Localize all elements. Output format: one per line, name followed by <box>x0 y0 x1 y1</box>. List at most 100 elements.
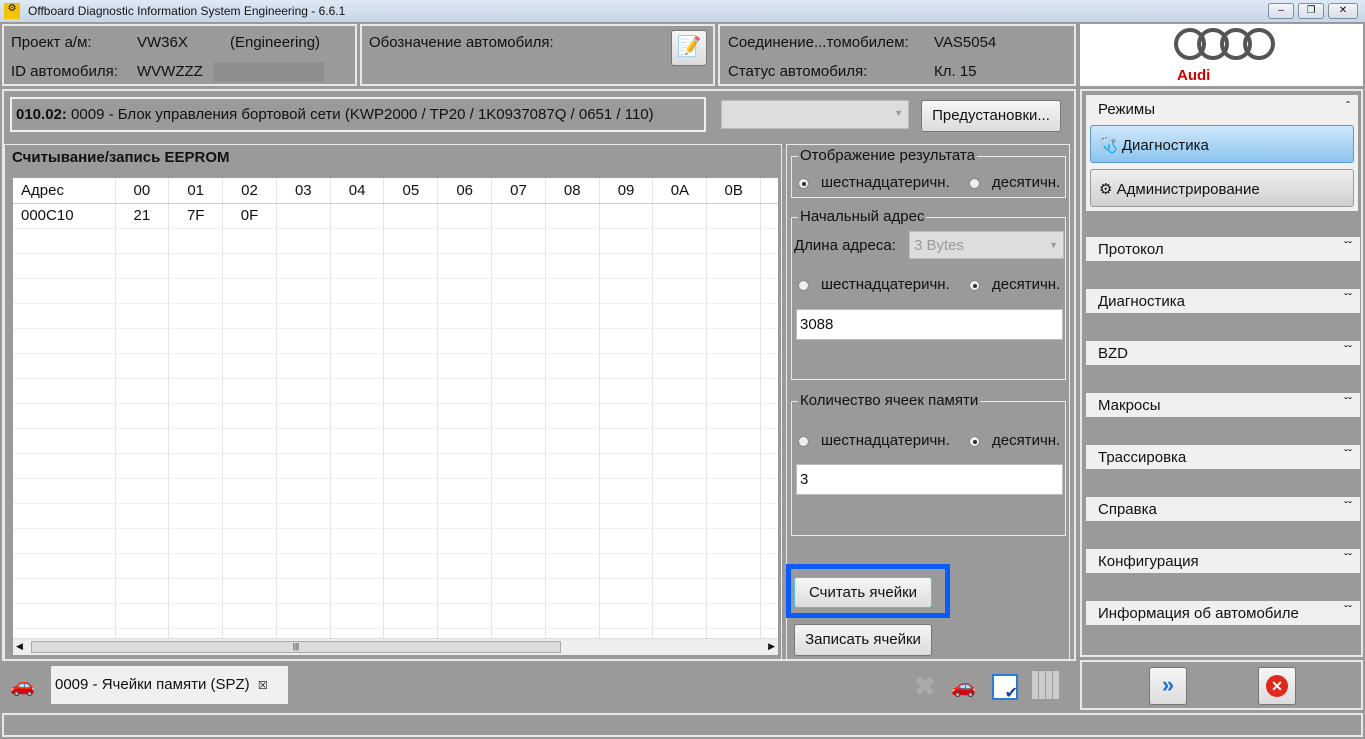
table-cell[interactable] <box>222 503 277 529</box>
table-cell[interactable] <box>115 603 170 629</box>
table-cell[interactable] <box>330 553 385 579</box>
table-cell[interactable] <box>13 603 116 629</box>
table-cell[interactable] <box>491 253 546 279</box>
table-cell[interactable] <box>599 403 654 429</box>
table-cell[interactable] <box>545 353 600 379</box>
table-cell[interactable] <box>276 503 331 529</box>
table-cell[interactable] <box>706 503 762 529</box>
table-cell[interactable] <box>652 353 708 379</box>
table-cell[interactable] <box>383 453 439 479</box>
table-cell[interactable] <box>491 328 546 354</box>
address-length-select[interactable]: 3 Bytes ▼ <box>909 231 1064 259</box>
table-cell[interactable]: 21 <box>115 203 170 229</box>
table-cell[interactable] <box>330 503 385 529</box>
table-cell[interactable] <box>545 278 600 304</box>
table-cell[interactable] <box>760 503 778 529</box>
table-cell[interactable] <box>545 328 600 354</box>
table-cell[interactable] <box>599 303 654 329</box>
cell-count-input[interactable]: 3 <box>796 464 1063 495</box>
table-cell[interactable] <box>330 253 385 279</box>
column-header[interactable]: 02 <box>222 178 277 204</box>
table-cell[interactable] <box>599 528 654 554</box>
table-cell[interactable] <box>13 553 116 579</box>
collapse-icon[interactable]: ˆ <box>1346 99 1350 113</box>
table-cell[interactable] <box>222 328 277 354</box>
table-cell[interactable] <box>383 378 439 404</box>
table-cell[interactable] <box>330 378 385 404</box>
table-cell[interactable] <box>706 253 762 279</box>
table-cell[interactable] <box>437 253 493 279</box>
table-cell[interactable] <box>13 478 116 504</box>
table-cell[interactable] <box>652 278 708 304</box>
table-row[interactable] <box>13 603 778 629</box>
table-cell[interactable] <box>652 428 708 454</box>
table-cell[interactable] <box>276 328 331 354</box>
table-cell[interactable] <box>115 428 170 454</box>
table-cell[interactable] <box>276 428 331 454</box>
table-cell[interactable] <box>491 403 546 429</box>
table-cell[interactable] <box>706 378 762 404</box>
column-header[interactable]: 08 <box>545 178 600 204</box>
column-header[interactable]: 01 <box>168 178 224 204</box>
table-cell[interactable] <box>706 478 762 504</box>
table-cell[interactable] <box>545 478 600 504</box>
table-cell[interactable] <box>13 428 116 454</box>
tab-memory-cells[interactable]: 0009 - Ячейки памяти (SPZ) ☒ <box>51 666 288 704</box>
table-cell[interactable] <box>706 453 762 479</box>
table-cell[interactable] <box>330 578 385 604</box>
column-header[interactable]: Адрес <box>13 178 116 204</box>
table-cell[interactable] <box>491 503 546 529</box>
result-dec-radio[interactable] <box>969 177 980 189</box>
sidebar-section[interactable]: Трассировка ˇˇ <box>1086 445 1360 469</box>
table-row[interactable] <box>13 303 778 329</box>
table-cell[interactable] <box>760 278 778 304</box>
table-cell[interactable] <box>276 578 331 604</box>
table-row[interactable] <box>13 453 778 479</box>
mode-administration[interactable]: ⚙ Администрирование <box>1090 169 1354 207</box>
table-cell[interactable] <box>13 303 116 329</box>
table-cell[interactable] <box>168 603 224 629</box>
table-cell[interactable] <box>383 328 439 354</box>
table-cell[interactable] <box>706 278 762 304</box>
table-cell[interactable] <box>222 378 277 404</box>
minimize-button[interactable]: – <box>1268 3 1294 19</box>
table-cell[interactable] <box>276 353 331 379</box>
table-cell[interactable] <box>760 478 778 504</box>
sidebar-section[interactable]: Протокол ˇˇ <box>1086 237 1360 261</box>
table-cell[interactable] <box>13 328 116 354</box>
table-cell[interactable] <box>13 503 116 529</box>
table-cell[interactable] <box>760 553 778 579</box>
table-cell[interactable] <box>491 603 546 629</box>
table-cell[interactable] <box>13 353 116 379</box>
table-cell[interactable] <box>383 228 439 254</box>
table-cell[interactable] <box>222 528 277 554</box>
table-cell[interactable] <box>437 553 493 579</box>
table-cell[interactable] <box>545 378 600 404</box>
table-cell[interactable] <box>599 578 654 604</box>
table-row[interactable] <box>13 353 778 379</box>
table-cell[interactable] <box>168 278 224 304</box>
table-cell[interactable] <box>599 453 654 479</box>
table-cell[interactable] <box>760 328 778 354</box>
table-cell[interactable] <box>760 528 778 554</box>
ecu-select[interactable]: ▼ <box>721 100 909 129</box>
table-cell[interactable] <box>115 328 170 354</box>
table-cell[interactable] <box>491 278 546 304</box>
table-cell[interactable] <box>276 203 331 229</box>
table-cell[interactable] <box>13 528 116 554</box>
sidebar-section[interactable]: Информация об автомобиле ˇˇ <box>1086 601 1360 625</box>
table-cell[interactable] <box>545 203 600 229</box>
table-cell[interactable] <box>168 478 224 504</box>
table-cell[interactable] <box>383 203 439 229</box>
table-cell[interactable] <box>168 253 224 279</box>
table-cell[interactable] <box>760 378 778 404</box>
table-cell[interactable] <box>437 303 493 329</box>
table-cell[interactable] <box>276 603 331 629</box>
table-cell[interactable] <box>222 253 277 279</box>
table-cell[interactable] <box>168 453 224 479</box>
column-header[interactable]: 09 <box>599 178 654 204</box>
table-row[interactable] <box>13 403 778 429</box>
table-cell[interactable] <box>760 403 778 429</box>
table-cell[interactable] <box>437 603 493 629</box>
tab-close-icon[interactable]: ☒ <box>258 680 268 692</box>
